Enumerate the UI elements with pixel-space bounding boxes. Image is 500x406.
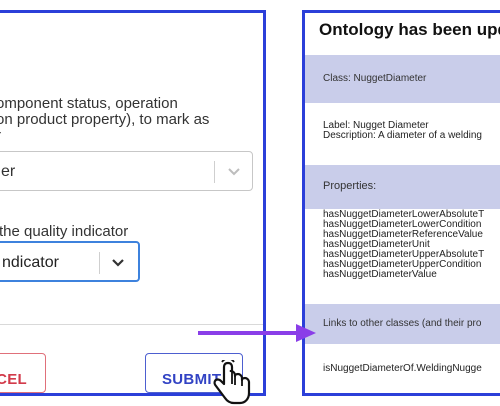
chevron-down-icon[interactable] xyxy=(109,255,127,271)
list-item: hasNuggetDiameterValue xyxy=(323,269,437,280)
links-band-text: Links to other classes (and their pro xyxy=(323,318,482,329)
dialog-panel: omponent status, operation on product pr… xyxy=(0,10,266,396)
class-band: Class: NuggetDiameter xyxy=(305,55,500,103)
panel-title: Ontology has been upd xyxy=(319,20,500,39)
component-select[interactable]: er xyxy=(0,151,253,191)
question-2-text: the quality indicator xyxy=(0,223,129,240)
properties-list: hasNuggetDiameterLowerAbsoluteT hasNugge… xyxy=(323,210,484,280)
footer-divider xyxy=(0,324,263,325)
cancel-button[interactable]: NCEL xyxy=(0,353,46,393)
select-separator xyxy=(99,252,100,274)
quality-indicator-select-value: ndicator xyxy=(2,254,59,271)
quality-indicator-select[interactable]: ndicator xyxy=(0,241,140,282)
link-item: isNuggetDiameterOf.WeldingNugge xyxy=(323,363,482,374)
component-select-value: er xyxy=(1,163,16,180)
hand-cursor-icon xyxy=(213,360,251,405)
links-band: Links to other classes (and their pro xyxy=(305,304,500,344)
properties-band: Properties: xyxy=(305,165,500,209)
properties-band-text: Properties: xyxy=(323,180,377,192)
chevron-down-icon[interactable] xyxy=(225,164,243,180)
class-band-text: Class: NuggetDiameter xyxy=(323,73,427,84)
select-separator xyxy=(214,161,215,183)
question-1-text: omponent status, operation on product pr… xyxy=(0,95,210,144)
ontology-result-panel: Ontology has been upd Class: NuggetDiame… xyxy=(302,10,500,396)
description-line: Description: A diameter of a welding xyxy=(323,130,482,141)
